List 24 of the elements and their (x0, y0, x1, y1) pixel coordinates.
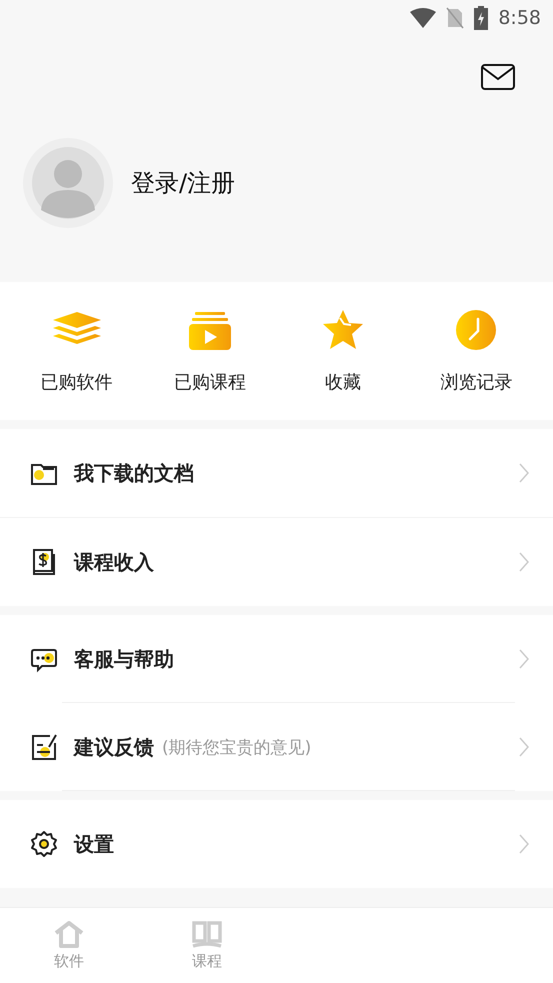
mail-icon[interactable] (481, 64, 515, 90)
book-icon (191, 920, 223, 948)
chevron-icon (519, 737, 529, 757)
login-link[interactable]: 登录/注册 (131, 167, 236, 199)
menu-item[interactable]: 我下载的文档 (0, 429, 553, 518)
home-icon (53, 920, 85, 948)
hint-text: (期待您宝贵的意见) (162, 736, 312, 758)
wifi-icon (410, 8, 436, 28)
shortcut-button[interactable]: 已购课程 (150, 308, 270, 394)
status-time: 8:58 (498, 7, 541, 29)
menu-item[interactable]: 设置 (0, 800, 553, 888)
dollar-document-icon (30, 548, 58, 576)
menu-item[interactable]: 课程收入 (0, 518, 553, 606)
battery-charging-icon (474, 6, 488, 30)
shortcut-button[interactable]: 浏览记录 (416, 308, 536, 394)
edit-note-icon (30, 733, 58, 761)
chevron-icon (519, 834, 529, 854)
chevron-icon (519, 649, 529, 669)
shortcut-button[interactable]: 收藏 (283, 308, 404, 394)
chevron-icon (519, 552, 529, 572)
no-sim-icon (446, 7, 464, 29)
shortcut-button[interactable]: 已购软件 (16, 308, 137, 394)
chevron-icon (519, 463, 529, 483)
settings-icon (30, 830, 58, 858)
